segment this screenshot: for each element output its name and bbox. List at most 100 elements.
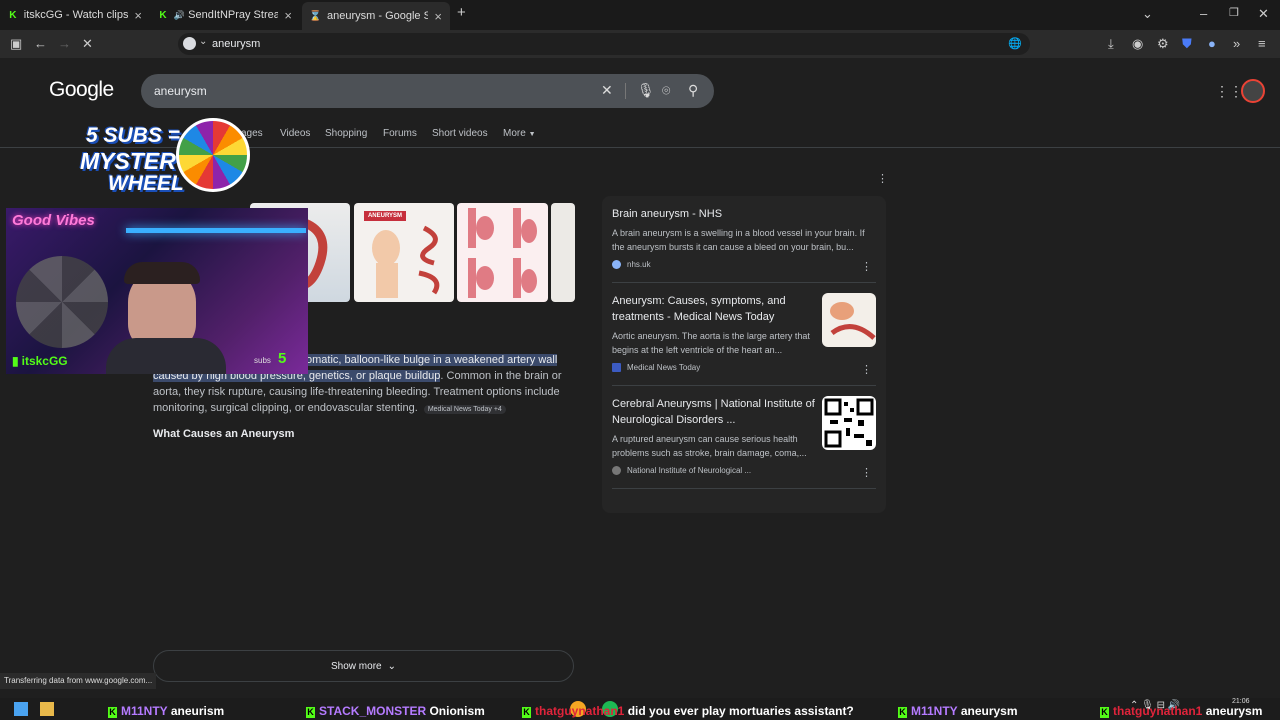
chat-user: thatguynathan1 bbox=[535, 704, 625, 718]
subs-count: 5 bbox=[278, 350, 287, 367]
kick-badge-icon: K bbox=[1100, 707, 1109, 718]
chat-ticker-item: Kthatguynathan1 did you ever play mortua… bbox=[522, 704, 854, 718]
tab-kick-clips[interactable]: K itskcGG - Watch clips on Kick × bbox=[0, 4, 150, 26]
more-options-icon[interactable]: ⋮ bbox=[861, 466, 872, 479]
profile-icon[interactable]: ● bbox=[1208, 36, 1216, 51]
prize-wheel-icon bbox=[176, 118, 250, 192]
chat-user: M11NTY bbox=[121, 704, 168, 718]
sources-panel: Brain aneurysm - NHS A brain aneurysm is… bbox=[602, 196, 886, 513]
result-source: nhs.uk bbox=[612, 260, 876, 269]
mnt-icon bbox=[612, 363, 621, 372]
more-options-icon[interactable]: ⋮ bbox=[861, 363, 872, 376]
kick-badge-icon: K bbox=[898, 707, 907, 718]
streamer-shirt bbox=[106, 338, 226, 374]
tab-list-chevron-icon[interactable]: ⌄ bbox=[1142, 6, 1153, 22]
tab-title: itskcGG - Watch clips on Kick bbox=[23, 9, 129, 21]
kick-badge-icon: K bbox=[522, 707, 531, 718]
tab-more[interactable]: More ▼ bbox=[503, 128, 536, 139]
tab-shopping[interactable]: Shopping bbox=[325, 128, 367, 139]
tab-forums[interactable]: Forums bbox=[383, 128, 417, 139]
tab-strip: K itskcGG - Watch clips on Kick × K 🔊 Se… bbox=[0, 0, 1280, 30]
source-result[interactable]: Cerebral Aneurysms | National Institute … bbox=[612, 396, 818, 475]
avatar[interactable] bbox=[1241, 79, 1265, 103]
shield-icon[interactable]: ⛊ bbox=[1182, 36, 1192, 52]
close-icon[interactable]: × bbox=[284, 8, 292, 23]
status-bar: Transferring data from www.google.com... bbox=[0, 673, 157, 689]
tab-senditnpray[interactable]: K 🔊 SendItNPray Stream - Watc × bbox=[150, 4, 300, 26]
windows-start-icon[interactable] bbox=[14, 702, 28, 716]
lens-icon[interactable]: ⌾ bbox=[662, 82, 670, 99]
account-icon[interactable]: ◉ bbox=[1132, 36, 1143, 52]
tab-google-search[interactable]: ⌛ aneurysm - Google Search × bbox=[302, 2, 450, 30]
neon-sign: Good Vibes bbox=[12, 212, 95, 229]
dropdown-arrow-icon: ▼ bbox=[528, 131, 536, 138]
webcam-overlay: Good Vibes ▮ itskcGG subs 5 bbox=[6, 208, 308, 374]
google-logo[interactable]: Google bbox=[49, 78, 114, 102]
mystery-wheel-promo: 5 SUBS = MYSTERY WHEEL bbox=[78, 118, 253, 200]
tab-videos[interactable]: Videos bbox=[280, 128, 310, 139]
extensions-icon[interactable]: ⚙ bbox=[1157, 36, 1169, 52]
tab-title: aneurysm - Google Search bbox=[327, 10, 429, 22]
more-options-icon[interactable]: ⋮ bbox=[861, 260, 872, 273]
apps-grid-icon[interactable]: ⋮⋮ bbox=[1215, 83, 1243, 100]
close-window-button[interactable]: ✕ bbox=[1258, 6, 1269, 22]
source-result[interactable]: Brain aneurysm - NHS A brain aneurysm is… bbox=[612, 206, 876, 269]
subs-label: subs bbox=[254, 356, 271, 365]
divider bbox=[612, 488, 876, 489]
close-icon[interactable]: × bbox=[434, 9, 442, 24]
google-site-icon[interactable] bbox=[183, 37, 196, 50]
download-icon[interactable]: ⤓ bbox=[1108, 36, 1114, 52]
tab-short-videos[interactable]: Short videos bbox=[432, 128, 488, 139]
highlighted-text: omatic, balloon-like bulge in a weakened… bbox=[306, 354, 558, 366]
result-description: A brain aneurysm is a swelling in a bloo… bbox=[612, 228, 865, 252]
overview-line: . Common in the brain or bbox=[440, 370, 562, 382]
minimize-button[interactable]: – bbox=[1200, 6, 1207, 21]
overview-image[interactable] bbox=[551, 203, 575, 302]
result-title[interactable]: Brain aneurysm - NHS bbox=[612, 206, 876, 222]
result-thumbnail[interactable] bbox=[822, 293, 876, 347]
source-result[interactable]: Aneurysm: Causes, symptoms, and treatmen… bbox=[612, 293, 818, 372]
overview-image[interactable]: ANEURYSM bbox=[354, 203, 454, 302]
search-box[interactable]: aneurysm ✕ 🎙 ⌾ ⚲ bbox=[141, 74, 714, 108]
clear-icon[interactable]: ✕ bbox=[601, 82, 613, 99]
kick-badge-icon: K bbox=[108, 707, 117, 718]
kick-icon: ▮ bbox=[12, 354, 19, 368]
address-bar[interactable]: ⌄ aneurysm 🌐 bbox=[178, 33, 1030, 55]
result-title[interactable]: Aneurysm: Causes, symptoms, and treatmen… bbox=[612, 293, 818, 325]
search-icon[interactable]: ⚲ bbox=[688, 82, 698, 99]
chat-message: did you ever play mortuaries assistant? bbox=[627, 704, 854, 718]
menu-icon[interactable]: ≡ bbox=[1258, 36, 1266, 51]
close-icon[interactable]: × bbox=[134, 8, 142, 23]
divider bbox=[612, 282, 876, 283]
more-tools-icon[interactable]: » bbox=[1233, 36, 1240, 51]
forward-icon[interactable]: → bbox=[58, 36, 71, 51]
sidebar-toggle-icon[interactable]: ▣ bbox=[10, 36, 22, 52]
globe-icon[interactable]: 🌐 bbox=[1008, 37, 1022, 50]
chat-message: aneurysm bbox=[960, 704, 1018, 718]
stop-loading-icon[interactable]: ✕ bbox=[82, 36, 93, 52]
search-input[interactable]: aneurysm bbox=[154, 84, 207, 98]
show-more-button[interactable]: Show more ⌄ bbox=[153, 650, 574, 682]
result-title[interactable]: Cerebral Aneurysms | National Institute … bbox=[612, 396, 818, 428]
microphone-icon[interactable]: 🎙 bbox=[637, 82, 655, 99]
chevron-down-icon[interactable]: ⌄ bbox=[199, 36, 207, 47]
kick-icon: K bbox=[9, 9, 17, 21]
divider bbox=[625, 83, 626, 99]
address-text[interactable]: aneurysm bbox=[212, 38, 260, 50]
source-chip[interactable]: Medical News Today +4 bbox=[423, 405, 506, 414]
chat-ticker-item: Kthatguynathan1 aneurysm bbox=[1100, 704, 1280, 718]
file-explorer-icon[interactable] bbox=[40, 702, 54, 716]
new-tab-button[interactable]: + bbox=[457, 4, 466, 21]
divider bbox=[612, 385, 876, 386]
promo-line-2: MYSTERY bbox=[80, 148, 191, 174]
neon-light bbox=[126, 228, 306, 233]
overview-heading: What Causes an Aneurysm bbox=[153, 428, 295, 440]
nhs-icon bbox=[612, 260, 621, 269]
source-name: nhs.uk bbox=[627, 260, 651, 269]
maximize-button[interactable]: ❐ bbox=[1229, 6, 1239, 19]
more-options-icon[interactable]: ⋮ bbox=[877, 172, 888, 185]
source-name: National Institute of Neurological ... bbox=[627, 466, 752, 475]
overview-image[interactable] bbox=[457, 203, 548, 302]
back-icon[interactable]: ← bbox=[34, 36, 47, 51]
qr-code-thumbnail[interactable] bbox=[822, 396, 876, 450]
